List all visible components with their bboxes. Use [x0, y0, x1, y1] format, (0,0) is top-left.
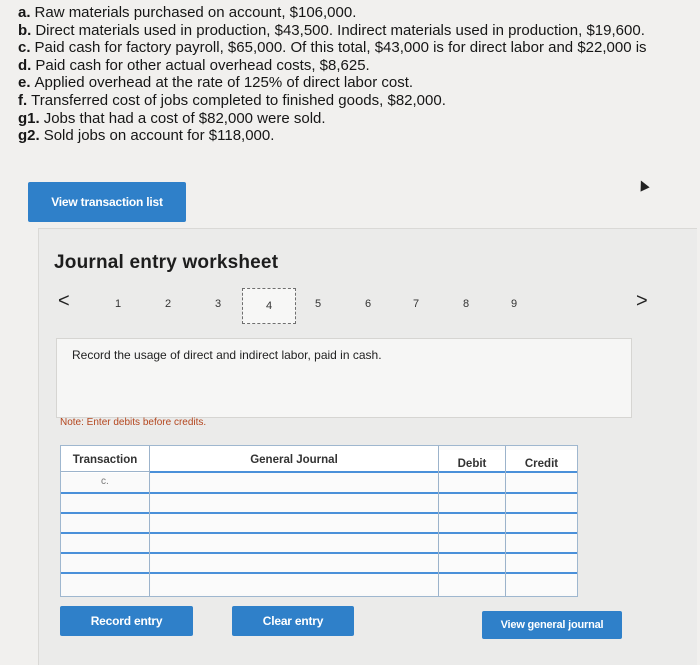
column-header-general-journal: General Journal [150, 446, 438, 473]
page-1[interactable]: 1 [110, 298, 126, 310]
journal-table: Transaction General Journal Debit Credit… [60, 445, 578, 597]
debit-input-row-4[interactable] [440, 534, 504, 552]
column-header-transaction: Transaction [61, 446, 149, 473]
credit-input-row-5[interactable] [507, 554, 577, 572]
header-divider [61, 471, 149, 472]
credit-input-row-2[interactable] [507, 494, 577, 512]
debit-input-row-1[interactable] [440, 473, 504, 492]
page-8[interactable]: 8 [458, 298, 474, 310]
credit-input-row-6[interactable] [507, 574, 577, 594]
view-transaction-list-button[interactable]: View transaction list [28, 182, 186, 222]
debit-input-row-2[interactable] [440, 494, 504, 512]
debit-input-row-5[interactable] [440, 554, 504, 572]
account-input-row-2[interactable] [151, 494, 437, 512]
page-3[interactable]: 3 [210, 298, 226, 310]
next-page-icon[interactable]: > [636, 290, 648, 313]
col-line-3 [505, 446, 506, 596]
transaction-cell-c: c. [101, 476, 109, 487]
col-line-1 [149, 446, 150, 596]
account-input-row-3[interactable] [151, 514, 437, 532]
record-entry-button[interactable]: Record entry [60, 606, 193, 636]
page-7[interactable]: 7 [408, 298, 424, 310]
transaction-g1: g1. Jobs that had a cost of $82,000 were … [18, 109, 326, 127]
mouse-cursor-icon [636, 178, 650, 192]
account-input-row-5[interactable] [151, 554, 437, 572]
page-4-current[interactable]: 4 [242, 288, 296, 324]
page-9[interactable]: 9 [506, 298, 522, 310]
transaction-e: e. Applied overhead at the rate of 125% o… [18, 74, 414, 92]
transaction-list: a. Raw materials purchased on account, $1… [18, 4, 696, 145]
account-input-row-4[interactable] [151, 534, 437, 552]
debit-input-row-3[interactable] [440, 514, 504, 532]
transaction-a: a. Raw materials purchased on account, $1… [18, 4, 357, 21]
credit-input-row-1[interactable] [507, 473, 577, 492]
page-2[interactable]: 2 [160, 298, 176, 310]
col-line-2 [438, 446, 439, 596]
view-general-journal-button[interactable]: View general journal [482, 611, 622, 639]
prev-page-icon[interactable]: < [58, 290, 70, 313]
debit-input-row-6[interactable] [440, 574, 504, 594]
account-input-row-6[interactable] [151, 574, 437, 594]
instruction-text: Record the usage of direct and indirect … [72, 348, 382, 362]
credit-input-row-4[interactable] [507, 534, 577, 552]
account-input-row-1[interactable] [151, 473, 437, 492]
clear-entry-button[interactable]: Clear entry [232, 606, 354, 636]
debits-note: Note: Enter debits before credits. [60, 417, 207, 428]
page-6[interactable]: 6 [360, 298, 376, 310]
page-5[interactable]: 5 [310, 298, 326, 310]
credit-input-row-3[interactable] [507, 514, 577, 532]
worksheet-pager: < 1 2 3 4 5 6 7 8 9 > [52, 286, 658, 326]
transaction-b: b. Direct materials used in production, $… [18, 21, 645, 39]
transaction-d: d. Paid cash for other actual overhead co… [18, 56, 370, 74]
transaction-c: c. Paid cash for factory payroll, $65,000… [18, 39, 647, 57]
transaction-g2: g2. Sold jobs on account for $118,000. [18, 127, 275, 145]
transaction-f: f. Transferred cost of jobs completed to … [18, 91, 446, 109]
worksheet-title: Journal entry worksheet [54, 252, 279, 273]
